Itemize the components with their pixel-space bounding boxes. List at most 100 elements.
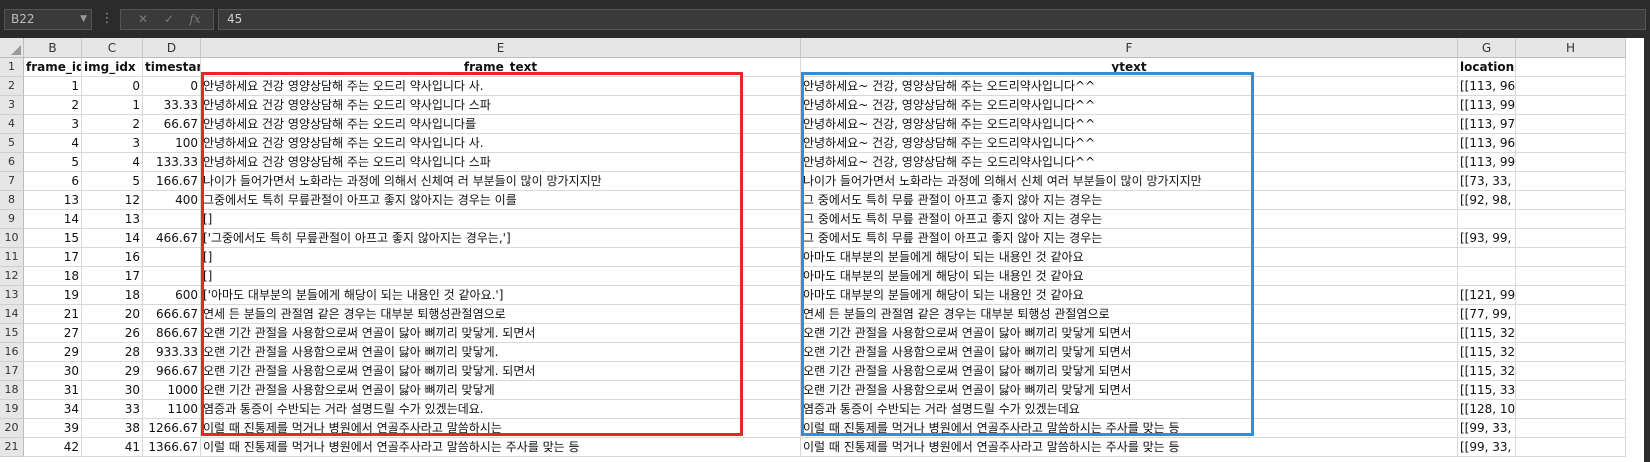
table-cell[interactable]: 연세 든 분들의 관절염 같은 경우는 대부분 퇴행성관절염으로 (201, 305, 801, 324)
table-cell[interactable]: 연세 든 분들의 관절염 같은 경우는 대부분 퇴행성 관절염으로 (801, 305, 1458, 324)
header-cell[interactable]: timestamp (143, 58, 201, 77)
table-cell[interactable]: [[115, 32, 1191, 93 (1458, 324, 1516, 343)
table-cell[interactable]: 13 (24, 191, 82, 210)
table-cell[interactable]: 6 (24, 172, 82, 191)
table-cell[interactable]: [[92, 98, 1189, 162 (1458, 191, 1516, 210)
table-cell[interactable]: [[115, 32, 1191, 93 (1458, 362, 1516, 381)
row-header[interactable]: 14 (0, 305, 24, 324)
row-header[interactable]: 12 (0, 267, 24, 286)
table-cell[interactable]: 28 (82, 343, 143, 362)
row-header[interactable]: 18 (0, 381, 24, 400)
table-cell[interactable] (1516, 305, 1626, 324)
table-cell[interactable]: [[128, 101, 1155, 1 (1458, 400, 1516, 419)
column-header-f[interactable]: F (801, 38, 1458, 58)
table-cell[interactable]: 666.67 (143, 305, 201, 324)
column-header-e[interactable]: E (201, 38, 801, 58)
table-cell[interactable]: 5 (24, 153, 82, 172)
name-box[interactable]: B22 ▼ (4, 9, 92, 30)
formula-input[interactable]: 45 (218, 9, 1646, 30)
table-cell[interactable]: 17 (24, 248, 82, 267)
row-header[interactable]: 21 (0, 438, 24, 457)
cancel-icon[interactable]: ✕ (133, 10, 153, 29)
table-cell[interactable]: 13 (82, 210, 143, 229)
table-cell[interactable]: [[77, 99, 1205, 161 (1458, 305, 1516, 324)
table-cell[interactable]: 41 (82, 438, 143, 457)
table-cell[interactable]: 아마도 대부분의 분들에게 해당이 되는 내용인 것 같아요 (801, 267, 1458, 286)
table-cell[interactable]: 29 (82, 362, 143, 381)
table-cell[interactable]: 20 (82, 305, 143, 324)
table-cell[interactable]: 그중에서도 특히 무릎관절이 아프고 좋지 않아지는 경우는 이를 (201, 191, 801, 210)
table-cell[interactable]: 1 (82, 96, 143, 115)
table-cell[interactable]: 133.33 (143, 153, 201, 172)
table-cell[interactable]: 안녕하세요 건강 영양상담해 주는 오드리 약사입니다 스파 (201, 96, 801, 115)
table-cell[interactable]: [[113, 99, 1171, 16 (1458, 153, 1516, 172)
table-cell[interactable]: [[115, 32, 1191, 93 (1458, 343, 1516, 362)
table-cell[interactable] (1516, 210, 1626, 229)
table-cell[interactable]: 1 (24, 77, 82, 96)
table-cell[interactable]: 31 (24, 381, 82, 400)
header-cell[interactable]: frame_text (201, 58, 801, 77)
table-cell[interactable]: [[99, 33, 1207, 95] (1458, 419, 1516, 438)
table-cell[interactable]: [] (201, 248, 801, 267)
table-cell[interactable]: [[113, 99, 1171, 16 (1458, 96, 1516, 115)
table-cell[interactable]: 안녕하세요~ 건강, 영양상담해 주는 오드리약사입니다^^ (801, 96, 1458, 115)
table-cell[interactable]: 오랜 기간 관절을 사용함으로써 연골이 닳아 뼈끼리 맞닿게 되면서 (801, 362, 1458, 381)
table-cell[interactable]: 38 (82, 419, 143, 438)
table-cell[interactable]: 이럴 때 진통제를 먹거나 병원에서 연골주사라고 말씀하시는 주사를 맞는 등 (801, 438, 1458, 457)
table-cell[interactable]: 100 (143, 134, 201, 153)
row-header[interactable]: 6 (0, 153, 24, 172)
table-cell[interactable]: 오랜 기간 관절을 사용함으로써 연골이 닳아 뼈끼리 맞닿게. 되면서 (201, 324, 801, 343)
table-cell[interactable]: 그 중에서도 특히 무릎 관절이 아프고 좋지 않아 지는 경우는 (801, 229, 1458, 248)
table-cell[interactable]: 안녕하세요 건강 영양상담해 주는 오드리 약사입니다를 (201, 115, 801, 134)
table-cell[interactable] (1516, 96, 1626, 115)
table-cell[interactable]: 27 (24, 324, 82, 343)
table-cell[interactable] (1458, 248, 1516, 267)
table-cell[interactable]: 30 (82, 381, 143, 400)
table-cell[interactable]: 14 (82, 229, 143, 248)
table-cell[interactable]: 166.67 (143, 172, 201, 191)
row-header[interactable]: 15 (0, 324, 24, 343)
table-cell[interactable] (1516, 172, 1626, 191)
row-header[interactable]: 10 (0, 229, 24, 248)
table-cell[interactable]: 4 (82, 153, 143, 172)
table-cell[interactable]: 4 (24, 134, 82, 153)
table-cell[interactable]: 5 (82, 172, 143, 191)
table-cell[interactable]: 18 (24, 267, 82, 286)
table-cell[interactable] (1516, 438, 1626, 457)
table-cell[interactable] (1516, 286, 1626, 305)
header-cell[interactable] (1516, 58, 1626, 77)
table-cell[interactable]: 오랜 기간 관절을 사용함으로써 연골이 닳아 뼈끼리 맞닿게 되면서 (801, 343, 1458, 362)
table-cell[interactable]: 18 (82, 286, 143, 305)
row-header[interactable]: 9 (0, 210, 24, 229)
table-cell[interactable]: 안녕하세요 건강 영양상담해 주는 오드리 약사입니다 스파 (201, 153, 801, 172)
table-cell[interactable]: 오랜 기간 관절을 사용함으로써 연골이 닳아 뼈끼리 맞닿게. 되면서 (201, 362, 801, 381)
table-cell[interactable]: 600 (143, 286, 201, 305)
table-cell[interactable]: 933.33 (143, 343, 201, 362)
row-header[interactable]: 1 (0, 58, 24, 77)
table-cell[interactable] (1516, 381, 1626, 400)
table-cell[interactable]: 15 (24, 229, 82, 248)
table-cell[interactable]: 0 (143, 77, 201, 96)
table-cell[interactable]: 2 (24, 96, 82, 115)
table-cell[interactable]: 3 (24, 115, 82, 134)
table-cell[interactable]: 그 중에서도 특히 무릎 관절이 아프고 좋지 않아 지는 경우는 (801, 210, 1458, 229)
table-cell[interactable] (1516, 229, 1626, 248)
table-cell[interactable]: 0 (82, 77, 143, 96)
table-cell[interactable]: [[73, 33, 1233, 95] (1458, 172, 1516, 191)
row-header[interactable]: 3 (0, 96, 24, 115)
table-cell[interactable]: 66.67 (143, 115, 201, 134)
enter-icon[interactable]: ✓ (159, 10, 179, 29)
table-cell[interactable]: 오랜 기간 관절을 사용함으로써 연골이 닳아 뼈끼리 맞닿게. (201, 343, 801, 362)
table-cell[interactable] (1516, 134, 1626, 153)
table-cell[interactable]: [] (201, 210, 801, 229)
insert-function-icon[interactable]: fx (185, 10, 205, 29)
table-cell[interactable] (1516, 324, 1626, 343)
column-header-g[interactable]: G (1458, 38, 1516, 58)
table-cell[interactable]: 오랜 기간 관절을 사용함으로써 연골이 닳아 뼈끼리 맞닿게 되면서 (801, 324, 1458, 343)
table-cell[interactable]: [[113, 97, 1171, 16 (1458, 115, 1516, 134)
table-cell[interactable]: [[99, 33, 1207, 95] (1458, 438, 1516, 457)
chevron-down-icon[interactable]: ▼ (80, 10, 87, 29)
table-cell[interactable]: 3 (82, 134, 143, 153)
table-cell[interactable]: 16 (82, 248, 143, 267)
column-header-c[interactable]: C (82, 38, 143, 58)
